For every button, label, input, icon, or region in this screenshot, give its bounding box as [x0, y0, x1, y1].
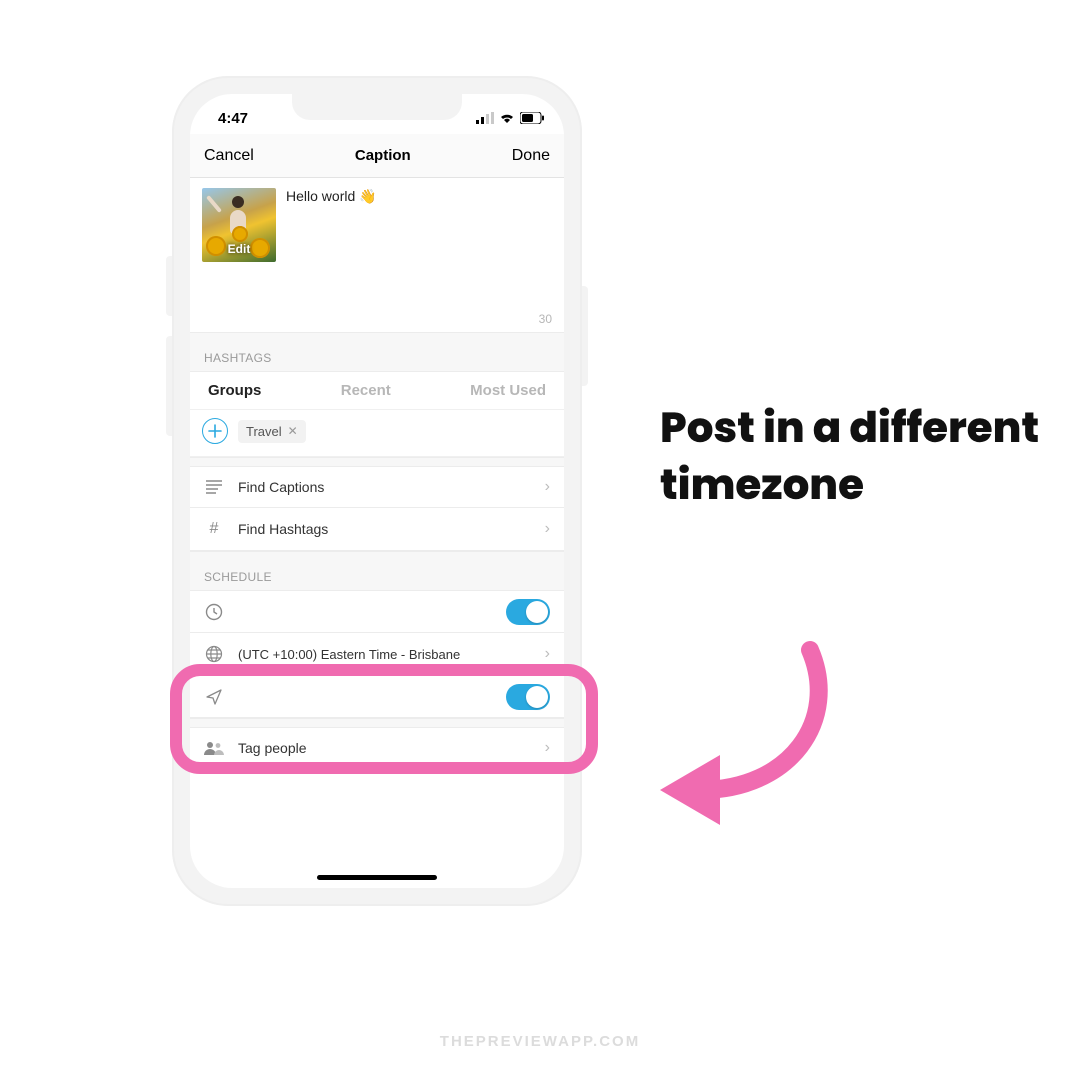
- navbar: Cancel Caption Done: [190, 134, 564, 178]
- callout-text: Post in a different timezone: [660, 400, 1040, 513]
- schedule-toggle[interactable]: [506, 599, 550, 625]
- edit-thumbnail-label: Edit: [202, 242, 276, 256]
- list-icon: [204, 480, 224, 494]
- tag-people-row[interactable]: Tag people ›: [190, 728, 564, 769]
- post-thumbnail[interactable]: Edit: [202, 188, 276, 262]
- caption-input[interactable]: Hello world 👋: [286, 188, 377, 308]
- timezone-label: (UTC +10:00) Eastern Time - Brisbane: [238, 647, 460, 662]
- autopost-toggle-row[interactable]: [190, 676, 564, 718]
- arrow-icon: [640, 640, 860, 840]
- plus-icon: [208, 424, 222, 438]
- chip-remove-icon[interactable]: ✕: [288, 424, 298, 438]
- watermark: THEPREVIEWAPP.COM: [0, 1033, 1080, 1050]
- hashtag-tabs: Groups Recent Most Used: [190, 372, 564, 410]
- hashtag-chip-row: Travel ✕: [190, 410, 564, 457]
- find-captions-row[interactable]: Find Captions ›: [190, 467, 564, 508]
- find-hashtags-row[interactable]: # Find Hashtags ›: [190, 508, 564, 551]
- add-hashtag-button[interactable]: [202, 418, 228, 444]
- find-captions-label: Find Captions: [238, 479, 324, 495]
- hash-icon: #: [204, 520, 224, 538]
- schedule-toggle-row[interactable]: [190, 591, 564, 633]
- chevron-right-icon: ›: [545, 645, 550, 663]
- people-icon: [204, 741, 224, 755]
- battery-icon: [520, 112, 544, 124]
- hashtags-header: HASHTAGS: [190, 332, 564, 372]
- autopost-toggle[interactable]: [506, 684, 550, 710]
- page-title: Caption: [355, 147, 411, 164]
- chevron-right-icon: ›: [545, 478, 550, 496]
- find-hashtags-label: Find Hashtags: [238, 521, 328, 537]
- chevron-right-icon: ›: [545, 739, 550, 757]
- schedule-header: SCHEDULE: [190, 551, 564, 591]
- status-time: 4:47: [218, 110, 248, 127]
- phone-screen: 4:47 Cancel Caption Done Edit Hello worl…: [190, 94, 564, 888]
- caption-counter: 30: [190, 308, 564, 332]
- timezone-row[interactable]: (UTC +10:00) Eastern Time - Brisbane ›: [190, 633, 564, 676]
- wifi-icon: [499, 112, 515, 124]
- chevron-right-icon: ›: [545, 520, 550, 538]
- home-indicator: [317, 875, 437, 880]
- notch: [292, 94, 462, 120]
- cancel-button[interactable]: Cancel: [204, 147, 254, 165]
- tab-most-used[interactable]: Most Used: [470, 382, 546, 399]
- tab-recent[interactable]: Recent: [341, 382, 391, 399]
- done-button[interactable]: Done: [512, 147, 550, 165]
- phone-frame: 4:47 Cancel Caption Done Edit Hello worl…: [172, 76, 582, 906]
- tab-groups[interactable]: Groups: [208, 382, 261, 399]
- chip-label: Travel: [246, 424, 282, 439]
- cellular-icon: [476, 112, 494, 124]
- globe-icon: [204, 645, 224, 663]
- clock-icon: [204, 603, 224, 621]
- caption-area: Edit Hello world 👋: [190, 178, 564, 308]
- hashtag-chip-travel[interactable]: Travel ✕: [238, 420, 306, 443]
- tag-people-label: Tag people: [238, 740, 307, 756]
- send-icon: [204, 689, 224, 705]
